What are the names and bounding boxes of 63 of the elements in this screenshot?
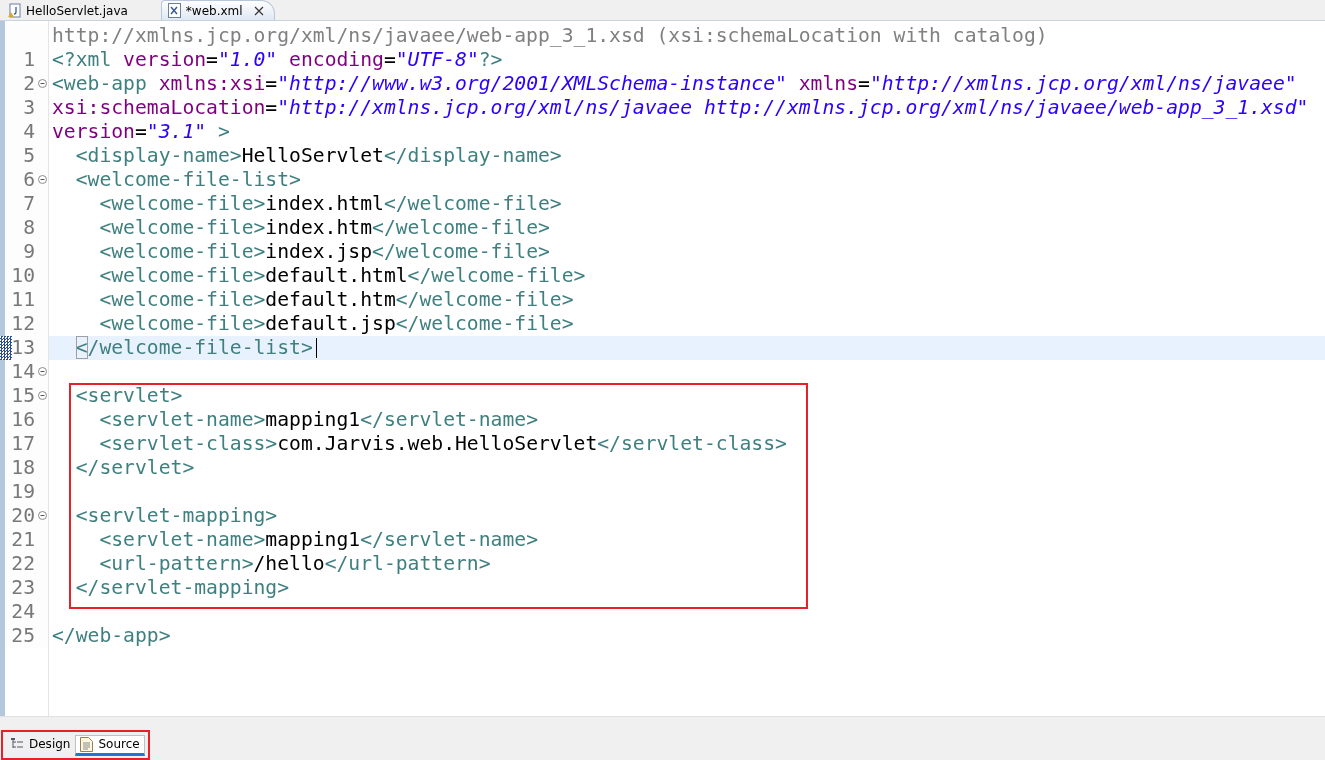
code-line: xsi:schemaLocation="http://xmlns.jcp.org/xml/ns/javaee http://xmlns.jcp.org/xml/ns/javaee/web-app_3_1.xsd" xyxy=(52,96,1309,120)
close-icon[interactable] xyxy=(253,5,264,16)
code-line: version="3.1" > xyxy=(52,120,230,144)
code-line: </servlet> xyxy=(74,456,195,480)
code-line: <servlet-class>com.Jarvis.web.HelloServlet</servlet-class> xyxy=(98,432,787,456)
line-number: 23 xyxy=(10,576,35,600)
view-tab[interactable]: Source xyxy=(75,734,145,756)
code-line: <welcome-file>index.jsp</welcome-file> xyxy=(98,240,550,264)
line-number: 24 xyxy=(10,600,35,624)
line-number: 19 xyxy=(10,480,35,504)
xml-file-icon xyxy=(167,3,181,18)
tree-icon xyxy=(11,738,24,750)
line-number: 25 xyxy=(10,624,35,648)
code-line: <welcome-file>index.htm</welcome-file> xyxy=(98,216,550,240)
line-number: 12 xyxy=(10,312,35,336)
schema-hint: http://xmlns.jcp.org/xml/ns/javaee/web-app_3_1.xsd (xsi:schemaLocation with catalog) xyxy=(52,24,1048,48)
line-number: 5 xyxy=(22,144,35,168)
code-line: <servlet-name>mapping1</servlet-name> xyxy=(98,528,538,552)
editor-tab[interactable]: *web.xml xyxy=(160,0,275,20)
editor-tab[interactable]: HelloServlet.java xyxy=(0,0,139,20)
line-number: 18 xyxy=(10,456,35,480)
code-line: <url-pattern>/hello</url-pattern> xyxy=(98,552,491,576)
view-tab[interactable]: Design xyxy=(6,734,76,756)
collapse-icon[interactable] xyxy=(38,175,47,184)
code-line: <welcome-file>index.html</welcome-file> xyxy=(98,192,562,216)
line-number: 11 xyxy=(10,288,35,312)
line-number: 9 xyxy=(22,240,35,264)
line-number: 8 xyxy=(22,216,35,240)
code-line: <welcome-file-list> xyxy=(74,168,301,192)
text-cursor xyxy=(315,338,317,358)
line-number: 13 xyxy=(10,336,35,360)
code-line: <servlet> xyxy=(74,384,183,408)
line-number: 20 xyxy=(10,504,35,528)
line-number: 1 xyxy=(22,48,35,72)
line-number: 14 xyxy=(10,360,35,384)
collapse-icon[interactable] xyxy=(38,511,47,520)
code-line: </welcome-file-list> xyxy=(74,336,313,360)
line-number: 16 xyxy=(10,408,35,432)
line-number: 17 xyxy=(10,432,35,456)
code-line: </servlet-mapping> xyxy=(74,576,290,600)
line-number: 3 xyxy=(22,96,35,120)
line-number: 15 xyxy=(10,384,35,408)
code-line: </web-app> xyxy=(52,624,171,648)
code-line: <welcome-file>default.jsp</welcome-file> xyxy=(98,312,574,336)
code-line: <?xml version="1.0" encoding="UTF-8"?> xyxy=(52,48,503,72)
line-number: 21 xyxy=(10,528,35,552)
code-line: <servlet-mapping> xyxy=(74,504,278,528)
line-number: 10 xyxy=(10,264,35,288)
collapse-icon[interactable] xyxy=(38,391,47,400)
collapse-icon[interactable] xyxy=(38,79,47,88)
code-line: <welcome-file>default.html</welcome-file> xyxy=(98,264,586,288)
line-number: 4 xyxy=(22,120,35,144)
document-icon xyxy=(80,736,94,752)
code-line: <servlet-name>mapping1</servlet-name> xyxy=(98,408,538,432)
code-line: <web-app xmlns:xsi="http://www.w3.org/2001/XMLSchema-instance" xmlns="http://xmlns.jcp.org/xml/ns/javaee" xyxy=(52,72,1297,96)
line-number: 22 xyxy=(10,552,35,576)
java-file-icon xyxy=(7,3,21,18)
code-line: <display-name>HelloServlet</display-name> xyxy=(74,144,562,168)
line-number: 7 xyxy=(22,192,35,216)
line-number: 2 xyxy=(22,72,35,96)
code-line: <welcome-file>default.htm</welcome-file> xyxy=(98,288,574,312)
line-number: 6 xyxy=(22,168,35,192)
collapse-icon[interactable] xyxy=(38,367,47,376)
